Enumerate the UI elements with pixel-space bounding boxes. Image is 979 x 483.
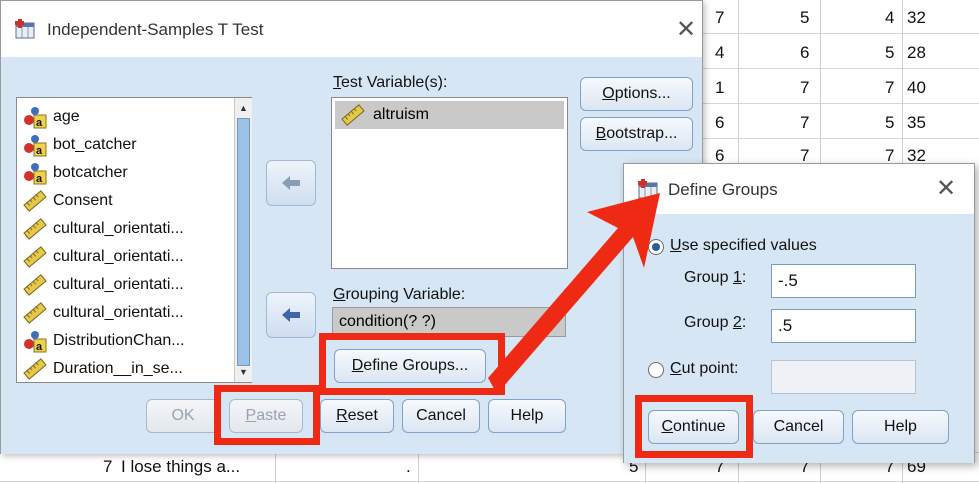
- highlight-paste-box: [214, 385, 320, 445]
- highlight-define-groups-box: [319, 333, 505, 395]
- annotation-arrow: [488, 193, 660, 394]
- highlight-continue-box: [635, 395, 753, 458]
